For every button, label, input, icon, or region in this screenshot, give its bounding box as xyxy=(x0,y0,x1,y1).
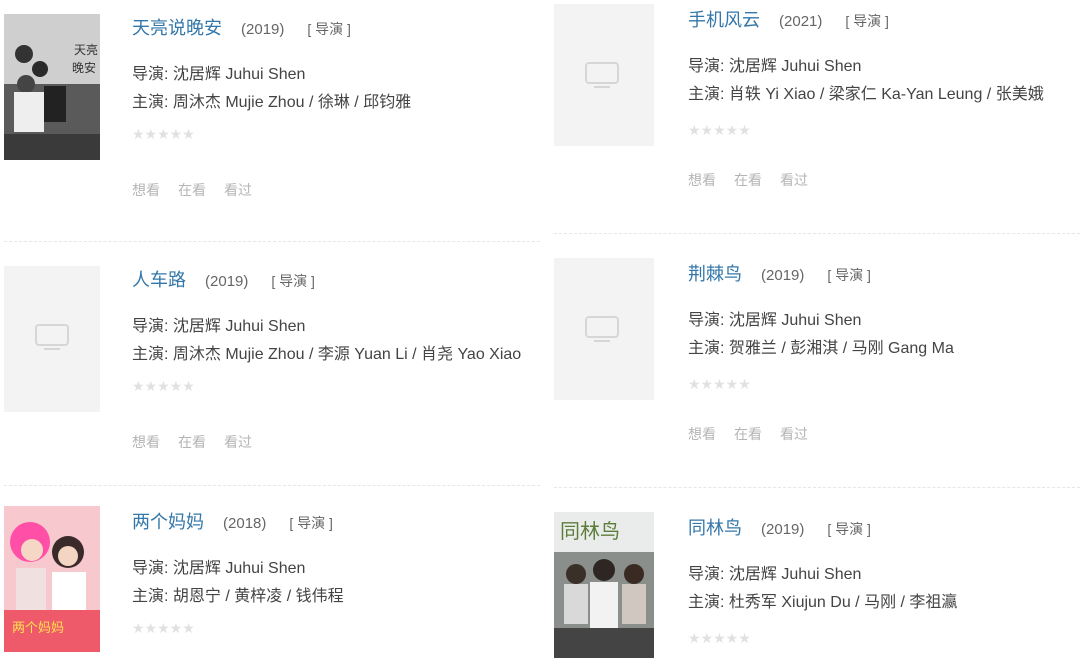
director-line: 导演: 沈居辉 Juhui Shen xyxy=(132,318,306,335)
want-to-watch-link[interactable]: 想看 xyxy=(132,182,160,198)
director-line: 导演: 沈居辉 Juhui Shen xyxy=(132,560,306,577)
film-item: 两个妈妈 两个妈妈 (2018) [ 导演 ] 导演: 沈居辉 Juhui Sh… xyxy=(0,494,540,658)
watching-link[interactable]: 在看 xyxy=(734,426,762,442)
cast-line: 主演: 周沐杰 Mujie Zhou / 李源 Yuan Li / 肖尧 Yao… xyxy=(132,346,522,363)
rating-stars[interactable]: ★★★★★ xyxy=(688,630,751,647)
film-title[interactable]: 人车路 xyxy=(132,270,186,290)
film-year: (2019) xyxy=(205,273,249,290)
watching-link[interactable]: 在看 xyxy=(178,434,206,450)
director-name: 沈居辉 Juhui Shen xyxy=(728,312,862,329)
rating-stars[interactable]: ★★★★★ xyxy=(688,122,751,139)
rating-stars[interactable]: ★★★★★ xyxy=(132,378,195,395)
cast-names: 杜秀军 Xiujun Du / 马刚 / 李祖瀛 xyxy=(728,594,958,611)
film-title[interactable]: 手机风云 xyxy=(688,10,760,30)
film-title[interactable]: 同林鸟 xyxy=(688,518,742,538)
watched-link[interactable]: 看过 xyxy=(780,426,808,442)
svg-text:同林鸟: 同林鸟 xyxy=(560,519,620,543)
rating-stars[interactable]: ★★★★★ xyxy=(132,126,195,143)
role-tag: [ 导演 ] xyxy=(307,21,351,37)
director-name: 沈居辉 Juhui Shen xyxy=(172,66,306,83)
watching-link[interactable]: 在看 xyxy=(178,182,206,198)
poster-placeholder[interactable] xyxy=(554,258,654,400)
film-title[interactable]: 天亮说晚安 xyxy=(132,18,222,38)
row-divider xyxy=(4,485,540,486)
cast-line: 主演: 胡恩宁 / 黄梓凌 / 钱伟程 xyxy=(132,588,344,605)
poster-image[interactable]: 两个妈妈 xyxy=(4,506,100,652)
director-name: 沈居辉 Juhui Shen xyxy=(728,566,862,583)
role-tag: [ 导演 ] xyxy=(271,273,315,289)
poster-placeholder[interactable] xyxy=(4,266,100,412)
film-item: 手机风云 (2021) [ 导演 ] 导演: 沈居辉 Juhui Shen 主演… xyxy=(550,0,1080,230)
poster-image[interactable]: 同林鸟 xyxy=(554,512,654,658)
film-item: 人车路 (2019) [ 导演 ] 导演: 沈居辉 Juhui Shen 主演:… xyxy=(0,252,540,492)
film-title[interactable]: 荆棘鸟 xyxy=(688,264,742,284)
director-line: 导演: 沈居辉 Juhui Shen xyxy=(688,312,862,329)
action-links: 想看 在看 看过 xyxy=(688,424,826,444)
film-item: 荆棘鸟 (2019) [ 导演 ] 导演: 沈居辉 Juhui Shen 主演:… xyxy=(550,244,1080,484)
role-tag: [ 导演 ] xyxy=(827,267,871,283)
action-links: 想看 在看 看过 xyxy=(688,170,826,190)
rating-stars[interactable]: ★★★★★ xyxy=(688,376,751,393)
cast-line: 主演: 肖轶 Yi Xiao / 梁家仁 Ka-Yan Leung / 张美娥 xyxy=(688,86,1044,103)
poster-image[interactable]: 天亮 晚安 xyxy=(4,14,100,160)
tv-placeholder-icon xyxy=(585,316,619,342)
film-year: (2019) xyxy=(761,267,805,284)
tv-placeholder-icon xyxy=(35,324,69,350)
tv-placeholder-icon xyxy=(585,62,619,88)
film-year: (2021) xyxy=(779,13,823,30)
rating-stars[interactable]: ★★★★★ xyxy=(132,620,195,637)
director-name: 沈居辉 Juhui Shen xyxy=(172,560,306,577)
row-divider xyxy=(554,487,1080,488)
film-year: (2018) xyxy=(223,515,267,532)
svg-text:两个妈妈: 两个妈妈 xyxy=(12,621,64,636)
cast-names: 周沐杰 Mujie Zhou / 徐琳 / 邱钧雅 xyxy=(172,94,412,111)
role-tag: [ 导演 ] xyxy=(845,13,889,29)
svg-text:晚安: 晚安 xyxy=(72,60,96,75)
director-line: 导演: 沈居辉 Juhui Shen xyxy=(132,66,306,83)
film-title[interactable]: 两个妈妈 xyxy=(132,512,204,532)
director-line: 导演: 沈居辉 Juhui Shen xyxy=(688,58,862,75)
cast-line: 主演: 杜秀军 Xiujun Du / 马刚 / 李祖瀛 xyxy=(688,594,958,611)
poster-art: 同林鸟 xyxy=(554,512,654,658)
role-tag: [ 导演 ] xyxy=(289,515,333,531)
watching-link[interactable]: 在看 xyxy=(734,172,762,188)
poster-art: 天亮 晚安 xyxy=(4,14,100,160)
poster-art: 两个妈妈 xyxy=(4,506,100,652)
film-item: 同林鸟 同林鸟 (2019) [ 导演 ] 导演: 沈居辉 Juhui Shen… xyxy=(550,498,1080,658)
cast-line: 主演: 贺雅兰 / 彭湘淇 / 马刚 Gang Ma xyxy=(688,340,954,357)
row-divider xyxy=(4,241,540,242)
watched-link[interactable]: 看过 xyxy=(224,182,252,198)
watched-link[interactable]: 看过 xyxy=(224,434,252,450)
want-to-watch-link[interactable]: 想看 xyxy=(132,434,160,450)
film-year: (2019) xyxy=(241,21,285,38)
director-name: 沈居辉 Juhui Shen xyxy=(728,58,862,75)
cast-names: 肖轶 Yi Xiao / 梁家仁 Ka-Yan Leung / 张美娥 xyxy=(728,86,1044,103)
cast-names: 胡恩宁 / 黄梓凌 / 钱伟程 xyxy=(172,588,344,605)
row-divider xyxy=(554,233,1080,234)
watched-link[interactable]: 看过 xyxy=(780,172,808,188)
action-links: 想看 在看 看过 xyxy=(132,180,270,200)
film-year: (2019) xyxy=(761,521,805,538)
action-links: 想看 在看 看过 xyxy=(132,432,270,452)
cast-names: 周沐杰 Mujie Zhou / 李源 Yuan Li / 肖尧 Yao Xia… xyxy=(172,346,522,363)
want-to-watch-link[interactable]: 想看 xyxy=(688,426,716,442)
svg-text:天亮: 天亮 xyxy=(74,42,98,57)
poster-placeholder[interactable] xyxy=(554,4,654,146)
director-name: 沈居辉 Juhui Shen xyxy=(172,318,306,335)
director-line: 导演: 沈居辉 Juhui Shen xyxy=(688,566,862,583)
role-tag: [ 导演 ] xyxy=(827,521,871,537)
cast-line: 主演: 周沐杰 Mujie Zhou / 徐琳 / 邱钧雅 xyxy=(132,94,412,111)
want-to-watch-link[interactable]: 想看 xyxy=(688,172,716,188)
film-item: 天亮 晚安 天亮说晚安 (2019) [ 导演 ] 导演: 沈居辉 Juhui … xyxy=(0,0,540,240)
cast-names: 贺雅兰 / 彭湘淇 / 马刚 Gang Ma xyxy=(728,340,954,357)
